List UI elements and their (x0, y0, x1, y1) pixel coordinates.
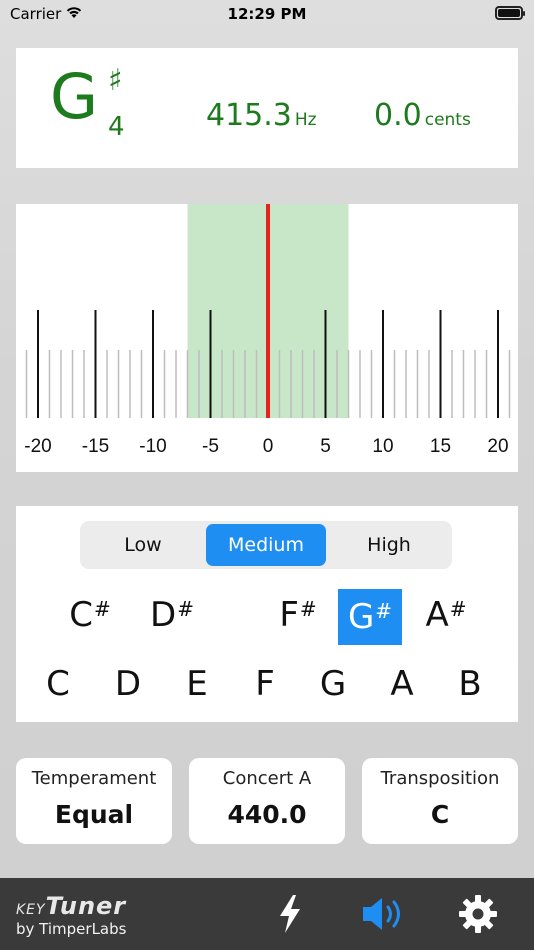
note-key-d-sharp[interactable]: D# (140, 587, 204, 643)
note-key-c[interactable]: C (26, 656, 90, 712)
detected-note: G (50, 60, 99, 133)
note-key-a-sharp[interactable]: A# (414, 587, 478, 643)
cents-readout: 0.0 cents (374, 98, 471, 133)
range-option-medium[interactable]: Medium (206, 524, 326, 566)
tick-label: -20 (24, 436, 51, 457)
note-display-panel: G ♯ 4 415.3 Hz 0.0 cents (16, 48, 518, 168)
detected-octave: 4 (108, 112, 125, 142)
tick-label: 10 (372, 436, 393, 457)
note-key-f[interactable]: F (233, 656, 297, 712)
transposition-value: C (430, 800, 450, 829)
note-key-d[interactable]: D (96, 656, 160, 712)
tick-label: 15 (430, 436, 451, 457)
tick-label: 0 (263, 436, 274, 457)
note-key-b[interactable]: B (438, 656, 502, 712)
detected-accidental: ♯ (108, 63, 123, 98)
transposition-button[interactable]: Transposition C (362, 758, 518, 844)
frequency-readout: 415.3 Hz (206, 98, 317, 133)
note-key-g[interactable]: G (301, 656, 365, 712)
range-option-low[interactable]: Low (83, 524, 203, 566)
temperament-value: Equal (54, 800, 134, 829)
speaker-icon[interactable] (360, 895, 410, 933)
range-segmented-control: Low Medium High (80, 521, 452, 569)
tick-label: -10 (139, 436, 166, 457)
note-selector-panel: Low Medium High C# D# F# G# A# C D E F G… (16, 506, 518, 722)
cents-unit: cents (424, 110, 471, 130)
meter-scale: -20 -15 -10 -5 0 5 10 15 20 (24, 204, 511, 457)
cents-value: 0.0 (374, 98, 422, 133)
concert-a-button[interactable]: Concert A 440.0 (189, 758, 345, 844)
clock: 12:29 PM (227, 5, 307, 23)
tuning-meter: -20 -15 -10 -5 0 5 10 15 20 (16, 204, 518, 472)
status-bar: Carrier 12:29 PM (0, 0, 534, 30)
temperament-label: Temperament (31, 768, 157, 789)
tick-label: -15 (82, 436, 109, 457)
note-key-e[interactable]: E (165, 656, 229, 712)
tick-label: -5 (202, 436, 219, 457)
note-key-g-sharp[interactable]: G# (338, 589, 402, 645)
bottom-toolbar: KEYTuner by TimperLabs (0, 878, 534, 950)
note-key-a[interactable]: A (370, 656, 434, 712)
transposition-label: Transposition (380, 768, 500, 789)
tick-label: 20 (487, 436, 508, 457)
app-logo: KEYTuner (16, 892, 127, 920)
frequency-value: 415.3 (206, 98, 292, 133)
temperament-button[interactable]: Temperament Equal (16, 758, 172, 844)
note-key-f-sharp[interactable]: F# (266, 587, 330, 643)
concert-a-value: 440.0 (227, 800, 307, 829)
frequency-unit: Hz (294, 110, 317, 130)
battery-icon (495, 6, 525, 20)
note-key-c-sharp[interactable]: C# (58, 587, 122, 643)
lightning-icon[interactable] (276, 894, 304, 934)
tick-label: 5 (320, 436, 331, 457)
concert-a-label: Concert A (222, 768, 312, 789)
gear-icon[interactable] (458, 894, 498, 934)
app-byline: by TimperLabs (16, 920, 127, 938)
range-option-high[interactable]: High (329, 524, 449, 566)
